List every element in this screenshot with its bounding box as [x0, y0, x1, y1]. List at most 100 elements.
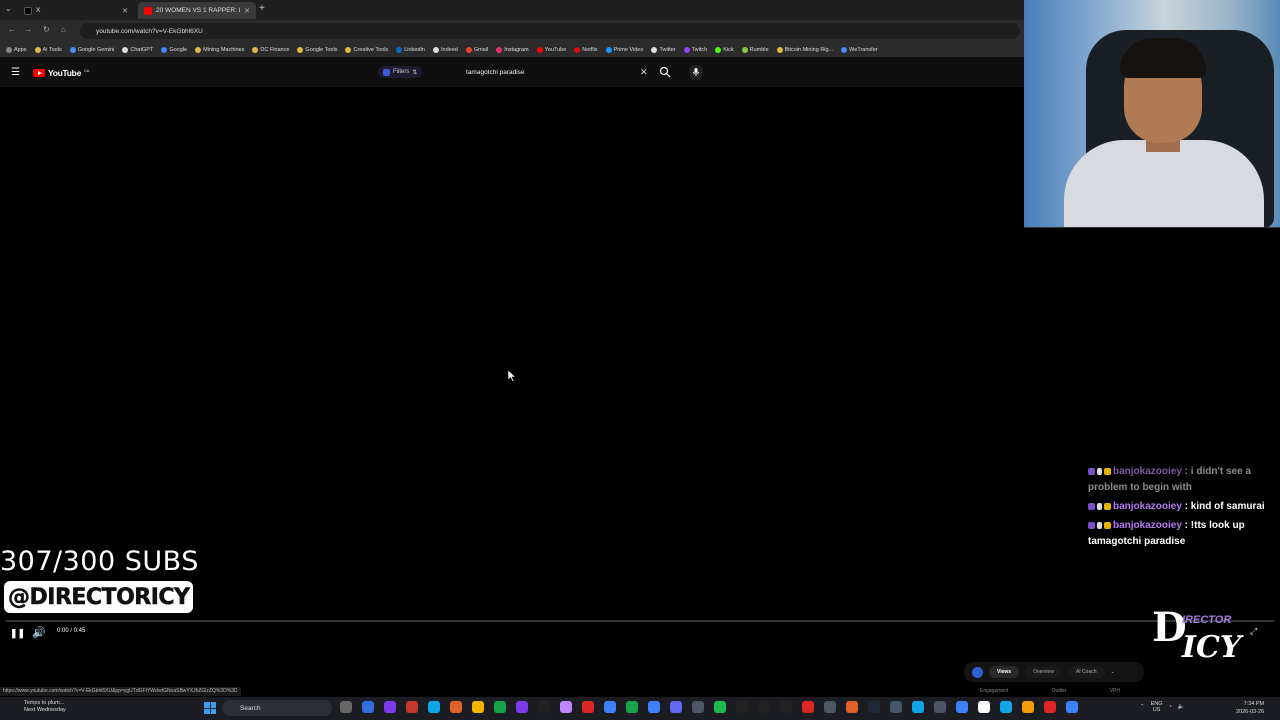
bookmark-item[interactable]: DC Finance	[252, 46, 289, 53]
taskbar-app-icon[interactable]	[1066, 701, 1078, 713]
taskbar-app-icon[interactable]	[516, 701, 528, 713]
close-tab-icon[interactable]: ✕	[122, 7, 128, 15]
taskbar-search[interactable]: Search	[222, 700, 332, 716]
taskbar-app-icon[interactable]	[1022, 701, 1034, 713]
bookmark-item[interactable]: Kick	[715, 46, 734, 53]
tab-youtube-video[interactable]: 20 WOMEN VS 1 RAPPER: I ✕	[138, 2, 256, 19]
tab-overview[interactable]: Overview	[1025, 666, 1062, 678]
taskbar-app-icon[interactable]	[340, 701, 352, 713]
bookmark-item[interactable]: Creative Tools	[345, 46, 388, 53]
extension-logo-icon[interactable]	[972, 666, 983, 678]
taskbar-app-icon[interactable]	[362, 701, 374, 713]
bookmark-item[interactable]: Prime Video	[605, 46, 643, 53]
taskbar-app-icon[interactable]	[450, 701, 462, 713]
bookmark-label: Twitter	[659, 46, 676, 53]
taskbar-app-icon[interactable]	[956, 701, 968, 713]
taskbar-app-icon[interactable]	[428, 701, 440, 713]
bookmark-item[interactable]: Indeed	[432, 46, 458, 53]
back-arrow-icon[interactable]: ←	[8, 25, 16, 34]
bookmark-item[interactable]: WeTransfer	[841, 46, 878, 53]
microphone-icon[interactable]	[689, 65, 703, 79]
taskbar-app-icon[interactable]	[802, 701, 814, 713]
taskbar-app-icon[interactable]	[538, 701, 550, 713]
close-tab-icon[interactable]: ✕	[244, 7, 250, 15]
bookmark-item[interactable]: Mining Machines	[195, 46, 244, 53]
taskbar-app-icon[interactable]	[648, 701, 660, 713]
search-input[interactable]: tamagotchi paradise	[458, 65, 654, 80]
tray-chevron-icon[interactable]: ⌃	[1140, 704, 1145, 710]
chat-username[interactable]: banjokazooiey	[1113, 520, 1182, 531]
taskbar-app-icon[interactable]	[912, 701, 924, 713]
new-tab-plus-icon[interactable]: +	[259, 3, 265, 14]
fullscreen-icon[interactable]: ⤢	[1250, 626, 1257, 637]
bookmark-item[interactable]: Bitcoin Mining Rig...	[776, 46, 833, 53]
taskbar-app-icon[interactable]	[692, 701, 704, 713]
volume-icon[interactable]: 🔊	[32, 626, 46, 639]
bookmark-item[interactable]: Twitter	[651, 46, 676, 53]
system-tray: ⌃ ENG US ◔ 🔈	[1140, 701, 1185, 713]
menu-icon[interactable]: ☰	[11, 67, 20, 78]
tab-ai-coach[interactable]: AI Coach	[1067, 666, 1105, 678]
taskbar-app-icon[interactable]	[560, 701, 572, 713]
reload-icon[interactable]: ↻	[43, 25, 50, 34]
windows-start-icon[interactable]	[204, 702, 216, 714]
taskbar-app-icon[interactable]	[1000, 701, 1012, 713]
taskbar-app-icon[interactable]	[890, 701, 902, 713]
taskbar-app-icon[interactable]	[868, 701, 880, 713]
bookmark-item[interactable]: Google Gemini	[69, 46, 114, 53]
bookmark-item[interactable]: Netflix	[574, 46, 598, 53]
tab-views[interactable]: Views	[989, 666, 1020, 678]
taskbar-app-icon[interactable]	[494, 701, 506, 713]
bookmark-item[interactable]: Apps	[6, 46, 27, 53]
home-icon[interactable]: ⌂	[61, 25, 66, 34]
taskbar-app-icon[interactable]	[604, 701, 616, 713]
taskbar-app-icon[interactable]	[582, 701, 594, 713]
bookmarks-bar: Apps Ai Tools Google Gemini ChatGPT Google Mi…	[0, 42, 1024, 57]
taskbar-app-icon[interactable]	[758, 701, 770, 713]
taskbar-app-icon[interactable]	[1044, 701, 1056, 713]
taskbar-app-icon[interactable]	[406, 701, 418, 713]
taskbar-app-icon[interactable]	[934, 701, 946, 713]
tab-search-chevron-icon[interactable]: ⌄	[5, 4, 12, 13]
forward-arrow-icon[interactable]: →	[24, 25, 32, 34]
bookmark-item[interactable]: Twitch	[683, 46, 707, 53]
logo-icy: ICY	[1182, 630, 1242, 665]
bookmark-item[interactable]: Google	[161, 46, 187, 53]
language-indicator[interactable]: ENG US	[1151, 701, 1163, 713]
bookmark-item[interactable]: ChatGPT	[122, 46, 153, 53]
youtube-logo[interactable]: YouTube CA	[33, 68, 89, 78]
bookmark-item[interactable]: YouTube	[536, 46, 566, 53]
chevron-down-icon[interactable]: ⌄	[1111, 669, 1115, 675]
url-field[interactable]: youtube.com/watch?v=V-EkGbhl6XU	[80, 23, 1020, 39]
crown-badge-icon	[1104, 502, 1111, 510]
taskbar-app-icon[interactable]	[736, 701, 748, 713]
taskbar-app-icon[interactable]	[472, 701, 484, 713]
bookmark-label: Apps	[14, 46, 27, 53]
taskbar-app-icon[interactable]	[670, 701, 682, 713]
clear-search-icon[interactable]: ✕	[640, 67, 648, 78]
seek-bar[interactable]	[5, 620, 1275, 622]
chat-username[interactable]: banjokazooiey	[1113, 501, 1182, 512]
bookmark-item[interactable]: Instagram	[496, 46, 529, 53]
tab-x[interactable]: X ✕	[18, 2, 134, 19]
chat-username[interactable]: banjokazooiey	[1113, 466, 1182, 477]
wifi-icon[interactable]: ◔	[1169, 704, 1172, 710]
bookmark-item[interactable]: LinkedIn	[396, 46, 425, 53]
taskbar-app-icon[interactable]	[824, 701, 836, 713]
search-icon[interactable]	[659, 66, 671, 78]
weather-widget[interactable]: Temps to plum... Next Wednesday	[24, 700, 66, 714]
taskbar-app-icon[interactable]	[626, 701, 638, 713]
taskbar-app-icon[interactable]	[384, 701, 396, 713]
taskbar-app-icon[interactable]	[846, 701, 858, 713]
bookmark-item[interactable]: Google Tools	[297, 46, 337, 53]
speaker-icon[interactable]: 🔈	[1178, 704, 1185, 710]
taskbar-app-icon[interactable]	[780, 701, 792, 713]
taskbar-app-icon[interactable]	[714, 701, 726, 713]
bookmark-item[interactable]: Gmail	[465, 46, 488, 53]
bookmark-item[interactable]: Ai Tools	[34, 46, 62, 53]
taskbar-app-icon[interactable]	[978, 701, 990, 713]
filters-button[interactable]: Filters ⇅	[378, 66, 423, 78]
pause-icon[interactable]: ❚❚	[10, 628, 25, 639]
bookmark-item[interactable]: Rumble	[741, 46, 769, 53]
system-clock[interactable]: 7:34 PM 2026-03-26	[1236, 700, 1264, 716]
